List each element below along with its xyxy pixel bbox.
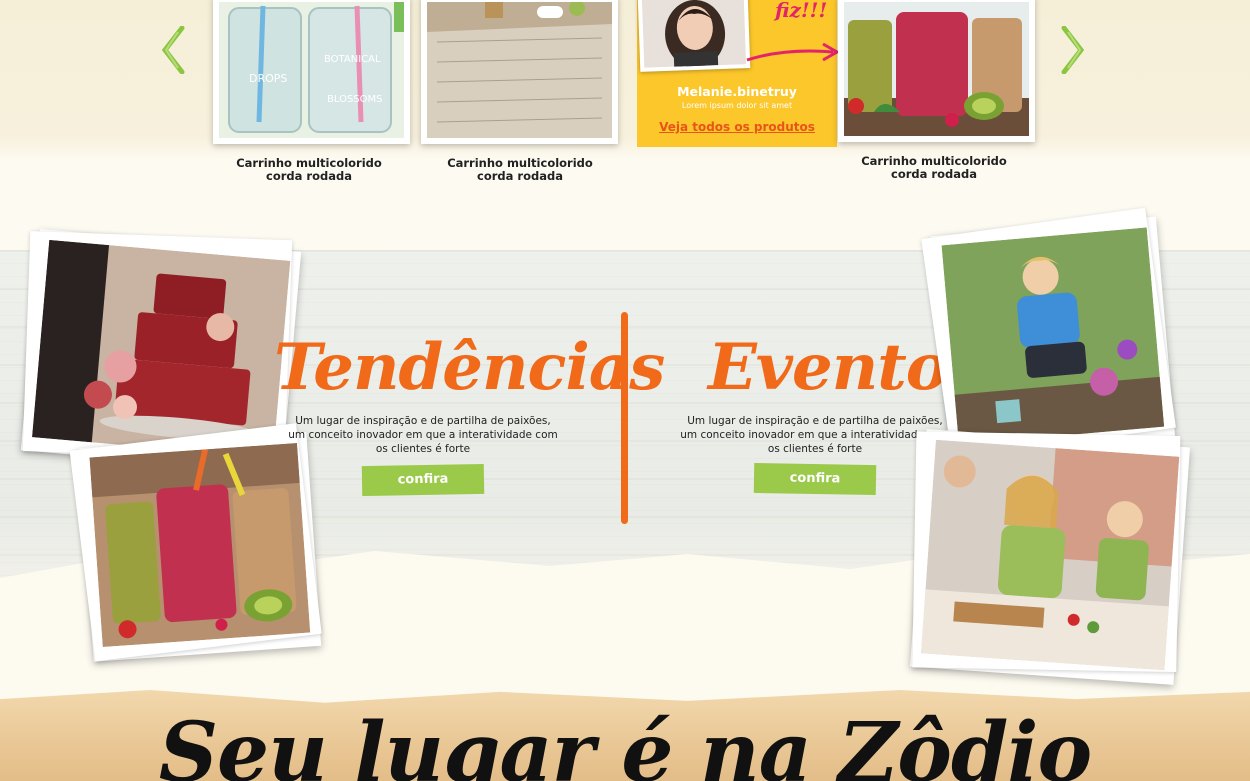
eventos-description: Um lugar de inspiração e de partilha de … (680, 415, 950, 455)
product-image (427, 0, 612, 138)
product-caption-1: Carrinho multicolorido corda rodada (236, 156, 382, 183)
product-image (844, 2, 1029, 136)
tendencias-confira-button[interactable]: confira (361, 463, 485, 497)
customer-subtitle: Lorem ipsum dolor sit amet (681, 101, 793, 110)
tendencias-description: Um lugar de inspiração e de partilha de … (288, 415, 558, 455)
product-card-3[interactable] (838, 0, 1035, 142)
product-carousel: DROPS BOTANICAL BLOSSOMS Carrinho multic… (0, 0, 1250, 250)
product-caption-2: Carrinho multicolorido corda rodada (447, 156, 593, 183)
section-divider (621, 312, 628, 524)
customer-avatar (637, 0, 751, 72)
smoothies-photo (78, 432, 322, 662)
product-card-2[interactable] (421, 0, 618, 144)
view-all-products-link[interactable]: Veja todos os produtos (637, 120, 837, 134)
tendencias-title: Tendências (274, 330, 665, 405)
chevron-right-icon[interactable] (1060, 25, 1086, 75)
customer-name: Melanie.binetruy (677, 84, 797, 99)
gardening-photo (930, 216, 1176, 460)
svg-text:DROPS: DROPS (249, 72, 287, 85)
fiz-badge: fiz!!! (775, 0, 828, 22)
customer-promo-card: fiz!!! Melanie.binetruy Lorem ipsum dolo… (637, 0, 841, 147)
product-caption-3: Carrinho multicolorido corda rodada (861, 154, 1007, 181)
eventos-confira-button[interactable]: confira (753, 462, 877, 496)
cooking-class-photo (910, 429, 1190, 685)
svg-text:BLOSSOMS: BLOSSOMS (327, 94, 383, 105)
product-image: DROPS BOTANICAL BLOSSOMS (219, 2, 404, 138)
product-card-1[interactable]: DROPS BOTANICAL BLOSSOMS (213, 0, 410, 144)
banner-title: Seu lugar é na Zôdio (158, 705, 1092, 781)
chevron-left-icon[interactable] (160, 25, 186, 75)
svg-text:BOTANICAL: BOTANICAL (324, 54, 381, 65)
arrow-right-icon (746, 42, 841, 62)
